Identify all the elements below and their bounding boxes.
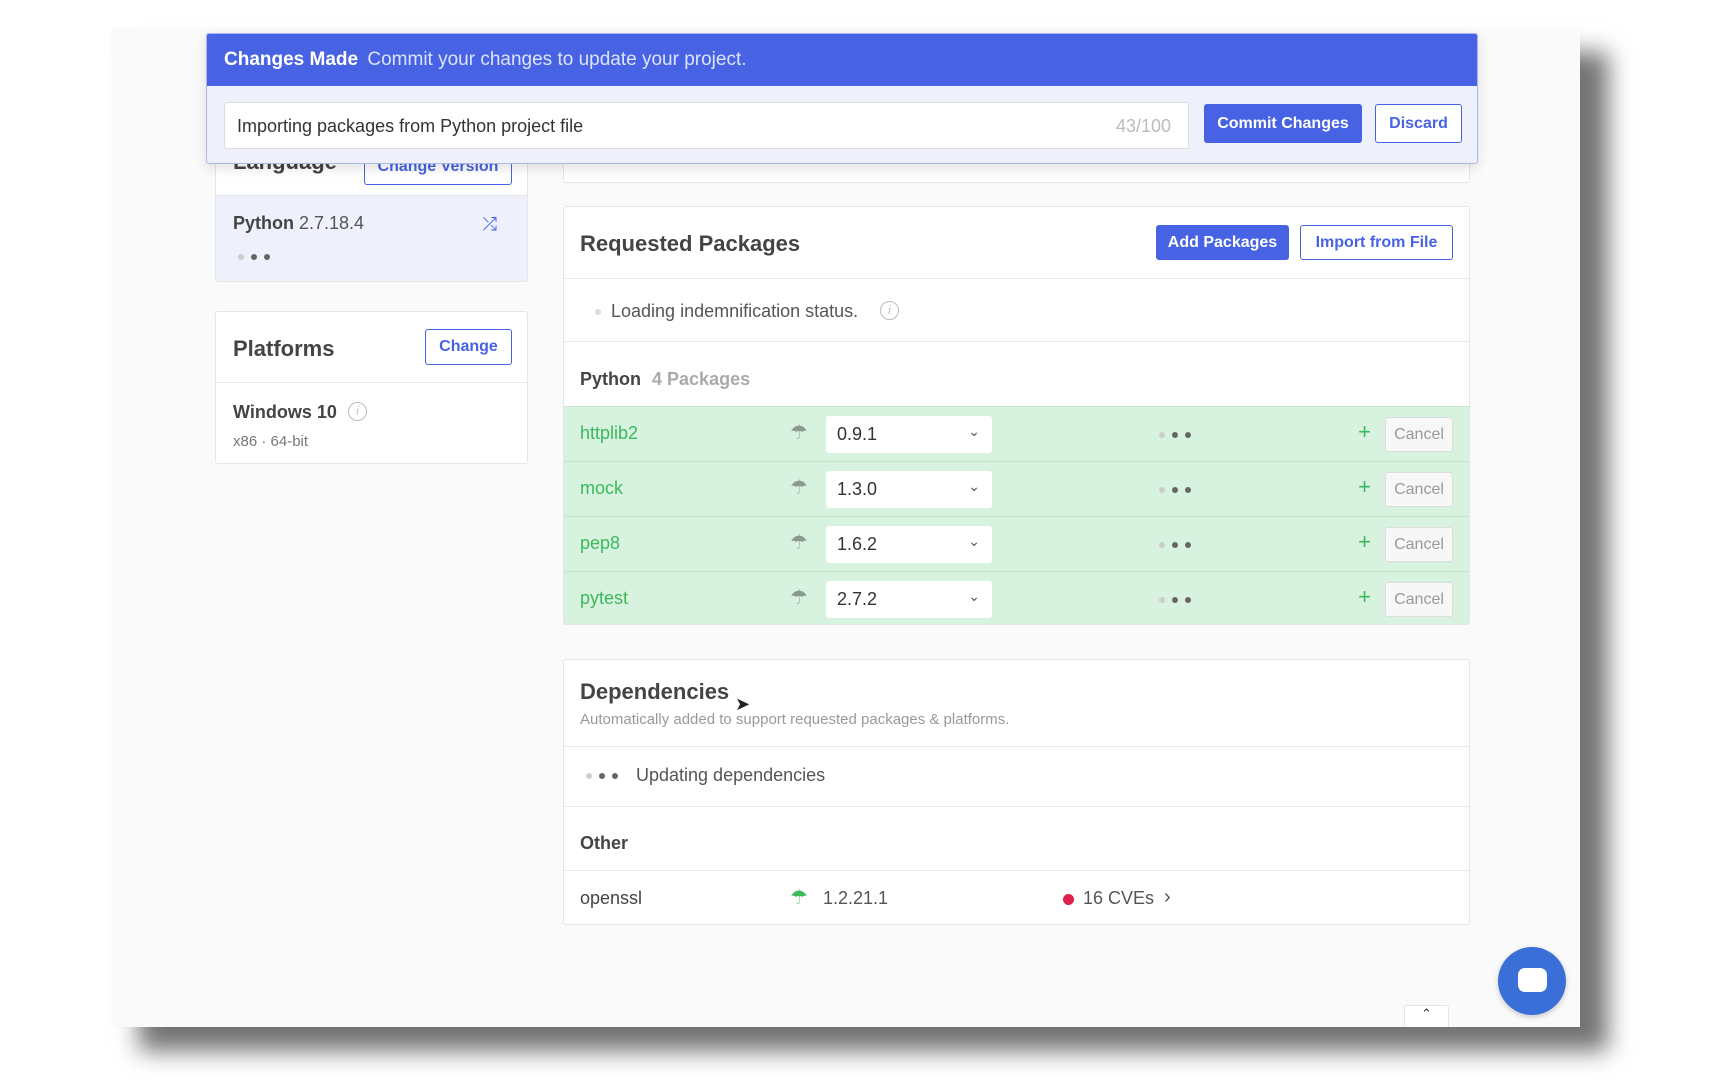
- info-icon[interactable]: i: [880, 301, 899, 320]
- banner-title: Changes Made: [224, 49, 359, 70]
- cancel-button[interactable]: Cancel: [1385, 582, 1453, 617]
- chat-icon: [1518, 968, 1547, 992]
- commit-message-value: Importing packages from Python project f…: [237, 116, 584, 136]
- chevron-down-icon: ⌄: [968, 423, 980, 439]
- dependency-version: 1.2.21.1: [823, 888, 889, 908]
- dependencies-card: Dependencies Automatically added to supp…: [563, 659, 1470, 925]
- chevron-down-icon: ⌄: [968, 588, 980, 604]
- loading-dots: [1159, 432, 1191, 438]
- scroll-top-button[interactable]: ⌃: [1404, 1005, 1449, 1027]
- shuffle-icon[interactable]: ⤮: [483, 214, 497, 235]
- version-select[interactable]: 1.3.0 ⌄: [826, 471, 992, 508]
- platforms-title: Platforms: [233, 336, 335, 361]
- add-packages-button[interactable]: Add Packages: [1156, 225, 1289, 260]
- version-value: 0.9.1: [837, 424, 878, 444]
- add-packages-label: Add Packages: [1167, 233, 1278, 251]
- version-value: 2.7.2: [837, 589, 878, 609]
- version-select[interactable]: 1.6.2 ⌄: [826, 526, 992, 563]
- plus-icon: +: [1358, 584, 1371, 609]
- dependency-row[interactable]: openssl ☂ 1.2.21.1 16 CVEs ›: [564, 871, 1469, 926]
- plus-icon: +: [1358, 529, 1371, 554]
- change-platform-button[interactable]: Change: [425, 329, 512, 365]
- cancel-button[interactable]: Cancel: [1385, 472, 1453, 507]
- loading-dots: [1159, 597, 1191, 603]
- updating-status: Updating dependencies: [636, 765, 826, 785]
- status-dot: [595, 309, 601, 315]
- cancel-label: Cancel: [1394, 480, 1444, 498]
- platforms-card: Platforms Change Windows 10 i x86 · 64-b…: [215, 311, 528, 464]
- chat-button[interactable]: [1498, 947, 1566, 1015]
- package-name[interactable]: httplib2: [580, 423, 638, 444]
- plus-icon: +: [1358, 419, 1371, 444]
- cancel-label: Cancel: [1394, 590, 1444, 608]
- platform-os: Windows 10: [233, 402, 337, 422]
- loading-dots: [1159, 542, 1191, 548]
- platform-arch: x86 · 64-bit: [233, 433, 309, 450]
- plus-icon: +: [1358, 474, 1371, 499]
- dependencies-subtitle: Automatically added to support requested…: [580, 711, 1010, 728]
- character-counter: 43/100: [1115, 116, 1171, 136]
- package-row: pep8 ☂ 1.6.2 ⌄ + Cancel: [564, 516, 1469, 571]
- discard-button[interactable]: Discard: [1375, 104, 1462, 143]
- no-indemnification-icon: ☂: [790, 532, 808, 554]
- umbrella-icon: ☂: [790, 887, 808, 909]
- loading-dots: [238, 254, 270, 260]
- version-value: 1.6.2: [837, 534, 878, 554]
- language-name: Python: [233, 213, 294, 233]
- dependency-name: openssl: [580, 888, 643, 908]
- loading-dots: [1159, 487, 1191, 493]
- cancel-button[interactable]: Cancel: [1385, 417, 1453, 452]
- info-icon[interactable]: i: [348, 402, 367, 421]
- change-platform-label: Change: [439, 338, 498, 355]
- loading-dots: [586, 773, 618, 779]
- cancel-label: Cancel: [1394, 425, 1444, 443]
- dependencies-title: Dependencies: [580, 679, 730, 704]
- cve-count[interactable]: 16 CVEs: [1083, 888, 1154, 909]
- mouse-cursor: ➤: [735, 694, 751, 714]
- group-name: Python: [580, 369, 641, 389]
- import-from-file-button[interactable]: Import from File: [1300, 225, 1453, 260]
- language-version: 2.7.18.4: [299, 213, 365, 233]
- group-count: 4 Packages: [652, 369, 751, 389]
- changes-banner: Changes Made Commit your changes to upda…: [206, 33, 1478, 164]
- cve-dot: [1063, 894, 1074, 905]
- no-indemnification-icon: ☂: [790, 477, 808, 499]
- package-row: mock ☂ 1.3.0 ⌄ + Cancel: [564, 461, 1469, 516]
- version-select[interactable]: 2.7.2 ⌄: [826, 581, 992, 618]
- cancel-button[interactable]: Cancel: [1385, 527, 1453, 562]
- package-name[interactable]: mock: [580, 478, 623, 499]
- package-row: pytest ☂ 2.7.2 ⌄ + Cancel: [564, 571, 1469, 624]
- commit-changes-button[interactable]: Commit Changes: [1204, 104, 1362, 143]
- chevron-down-icon: ⌄: [968, 533, 980, 549]
- discard-label: Discard: [1389, 114, 1448, 132]
- loading-status: Loading indemnification status.: [611, 301, 859, 321]
- chevron-down-icon: ⌄: [968, 478, 980, 494]
- requested-title: Requested Packages: [580, 231, 801, 256]
- cancel-label: Cancel: [1394, 535, 1444, 553]
- version-value: 1.3.0: [837, 479, 878, 499]
- import-from-file-label: Import from File: [1315, 233, 1438, 251]
- package-name[interactable]: pytest: [580, 588, 628, 609]
- dependency-group: Other: [580, 833, 629, 853]
- version-select[interactable]: 0.9.1 ⌄: [826, 416, 992, 453]
- package-name[interactable]: pep8: [580, 533, 620, 554]
- no-indemnification-icon: ☂: [790, 587, 808, 609]
- commit-message-input[interactable]: Importing packages from Python project f…: [224, 102, 1189, 149]
- no-indemnification-icon: ☂: [790, 422, 808, 444]
- chevron-right-icon[interactable]: ›: [1164, 886, 1171, 909]
- commit-changes-label: Commit Changes: [1217, 114, 1349, 132]
- package-row: httplib2 ☂ 0.9.1 ⌄ + Cancel: [564, 406, 1469, 461]
- banner-subtitle: Commit your changes to update your proje…: [367, 49, 747, 70]
- requested-packages-card: Requested Packages Add Packages Import f…: [563, 206, 1470, 625]
